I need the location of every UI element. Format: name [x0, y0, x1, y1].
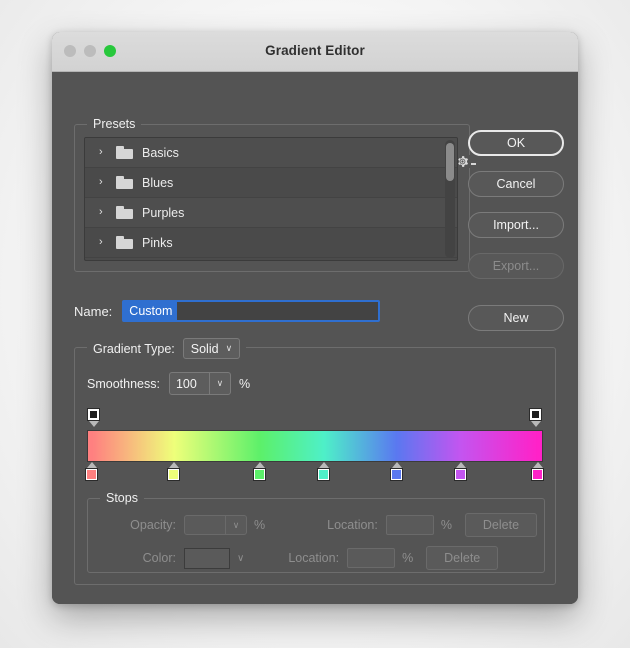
- gradient-type-group: Gradient Type: Solid ∨ Smoothness: 100 ∨…: [74, 338, 556, 585]
- color-stop-swatch-icon: [453, 468, 467, 481]
- color-stop-swatch-icon: [166, 468, 180, 481]
- name-input[interactable]: Custom: [122, 300, 381, 322]
- preset-item-label: Basics: [142, 145, 179, 160]
- smoothness-row: Smoothness: 100 ∨ %: [87, 372, 250, 395]
- smoothness-unit: %: [238, 376, 251, 391]
- chevron-right-icon[interactable]: ›: [99, 207, 109, 218]
- color-stop-swatch-icon: [390, 468, 404, 481]
- stops-legend: Stops: [100, 491, 144, 506]
- color-stop[interactable]: [390, 462, 404, 481]
- presets-legend: Presets: [87, 117, 142, 132]
- opacity-delete-button: Delete: [464, 513, 537, 537]
- presets-list[interactable]: › Basics › Blues › Purples › Pinks: [84, 137, 458, 261]
- color-stop-swatch-icon: [531, 468, 545, 481]
- folder-icon: [116, 146, 133, 159]
- gradient-type-select[interactable]: Solid ∨: [182, 338, 241, 359]
- chevron-right-icon[interactable]: ›: [99, 177, 109, 188]
- window-title: Gradient Editor: [265, 43, 365, 58]
- color-stop[interactable]: [531, 462, 545, 481]
- color-stop[interactable]: [166, 462, 181, 481]
- smoothness-label: Smoothness:: [87, 376, 160, 391]
- preset-item-basics[interactable]: › Basics: [85, 138, 457, 168]
- opacity-stop[interactable]: [529, 408, 543, 427]
- folder-icon: [116, 176, 133, 189]
- new-button[interactable]: New: [468, 305, 564, 331]
- folder-icon: [116, 206, 133, 219]
- color-swatch: [184, 547, 230, 569]
- folder-icon: [116, 236, 133, 249]
- name-row: Name: Custom: [74, 300, 381, 322]
- preset-item-label: Purples: [142, 205, 185, 220]
- opacity-location-label: Location:: [327, 518, 378, 532]
- chevron-down-icon: ∨: [225, 516, 246, 534]
- export-button: Export...: [468, 253, 564, 279]
- gradient-bar[interactable]: [87, 430, 543, 462]
- gradient-editor-window: Gradient Editor Presets › Basics › Blues…: [52, 32, 578, 604]
- name-label: Name:: [74, 303, 113, 319]
- opacity-unit: %: [254, 518, 266, 532]
- color-stop-swatch-icon: [253, 468, 267, 481]
- chevron-down-icon: ∨: [225, 343, 233, 353]
- stops-opacity-row: Opacity: ∨ % Location: % Delete: [88, 513, 544, 537]
- opacity-stop[interactable]: [87, 408, 101, 427]
- opacity-stop-pointer-icon: [531, 421, 541, 427]
- stops-group: Stops Opacity: ∨ % Location: % Delete Co…: [87, 491, 545, 573]
- gear-dropdown-dash-icon: [471, 163, 476, 165]
- gradient-type-legend: Gradient Type: Solid ∨: [87, 338, 247, 359]
- chevron-right-icon[interactable]: ›: [99, 147, 109, 158]
- color-location-label: Location:: [288, 551, 340, 565]
- opacity-stop-swatch-icon: [529, 408, 542, 421]
- color-location-unit: %: [402, 551, 414, 565]
- import-button[interactable]: Import...: [468, 212, 564, 238]
- color-stop-swatch-icon: [84, 468, 98, 481]
- cancel-button[interactable]: Cancel: [468, 171, 564, 197]
- opacity-label: Opacity:: [130, 518, 176, 532]
- color-stop[interactable]: [453, 462, 468, 481]
- ok-button[interactable]: OK: [468, 130, 564, 156]
- smoothness-value[interactable]: 100: [170, 373, 209, 394]
- presets-scrollbar[interactable]: [445, 140, 455, 258]
- opacity-location-unit: %: [440, 518, 452, 532]
- preset-item-pinks[interactable]: › Pinks: [85, 228, 457, 258]
- color-stop[interactable]: [84, 462, 99, 481]
- presets-scrollbar-thumb[interactable]: [446, 143, 454, 181]
- opacity-stop-swatch-icon: [87, 408, 100, 421]
- chevron-down-icon: ∨: [237, 552, 245, 564]
- stops-color-row: Color: ∨ Location: % Delete: [88, 546, 544, 570]
- gradient-type-label: Gradient Type:: [93, 341, 175, 356]
- opacity-stepper: ∨: [184, 515, 247, 535]
- preset-item-label: Pinks: [142, 235, 173, 250]
- color-delete-button: Delete: [426, 546, 499, 570]
- preset-item-blues[interactable]: › Blues: [85, 168, 457, 198]
- chevron-down-icon[interactable]: ∨: [208, 373, 230, 394]
- opacity-value: [185, 516, 225, 534]
- dialog-body: Presets › Basics › Blues › Purples › Pin…: [52, 72, 578, 604]
- color-stop[interactable]: [253, 462, 267, 481]
- title-bar[interactable]: Gradient Editor: [52, 32, 578, 72]
- presets-group: Presets › Basics › Blues › Purples › Pin…: [74, 117, 481, 272]
- preset-item-purples[interactable]: › Purples: [85, 198, 457, 228]
- color-stop[interactable]: [317, 462, 331, 481]
- chevron-right-icon[interactable]: ›: [99, 237, 109, 248]
- gradient-preview-area[interactable]: [84, 408, 545, 486]
- color-location-input: [347, 548, 396, 568]
- gradient-type-value: Solid: [190, 341, 219, 356]
- preset-item-label: Blues: [142, 175, 174, 190]
- name-input-value: Custom: [124, 301, 178, 321]
- opacity-stop-pointer-icon: [89, 421, 99, 427]
- color-stop-swatch-icon: [317, 468, 331, 481]
- smoothness-stepper[interactable]: 100 ∨: [168, 372, 231, 395]
- opacity-location-input: [385, 515, 434, 535]
- color-label: Color:: [142, 551, 176, 565]
